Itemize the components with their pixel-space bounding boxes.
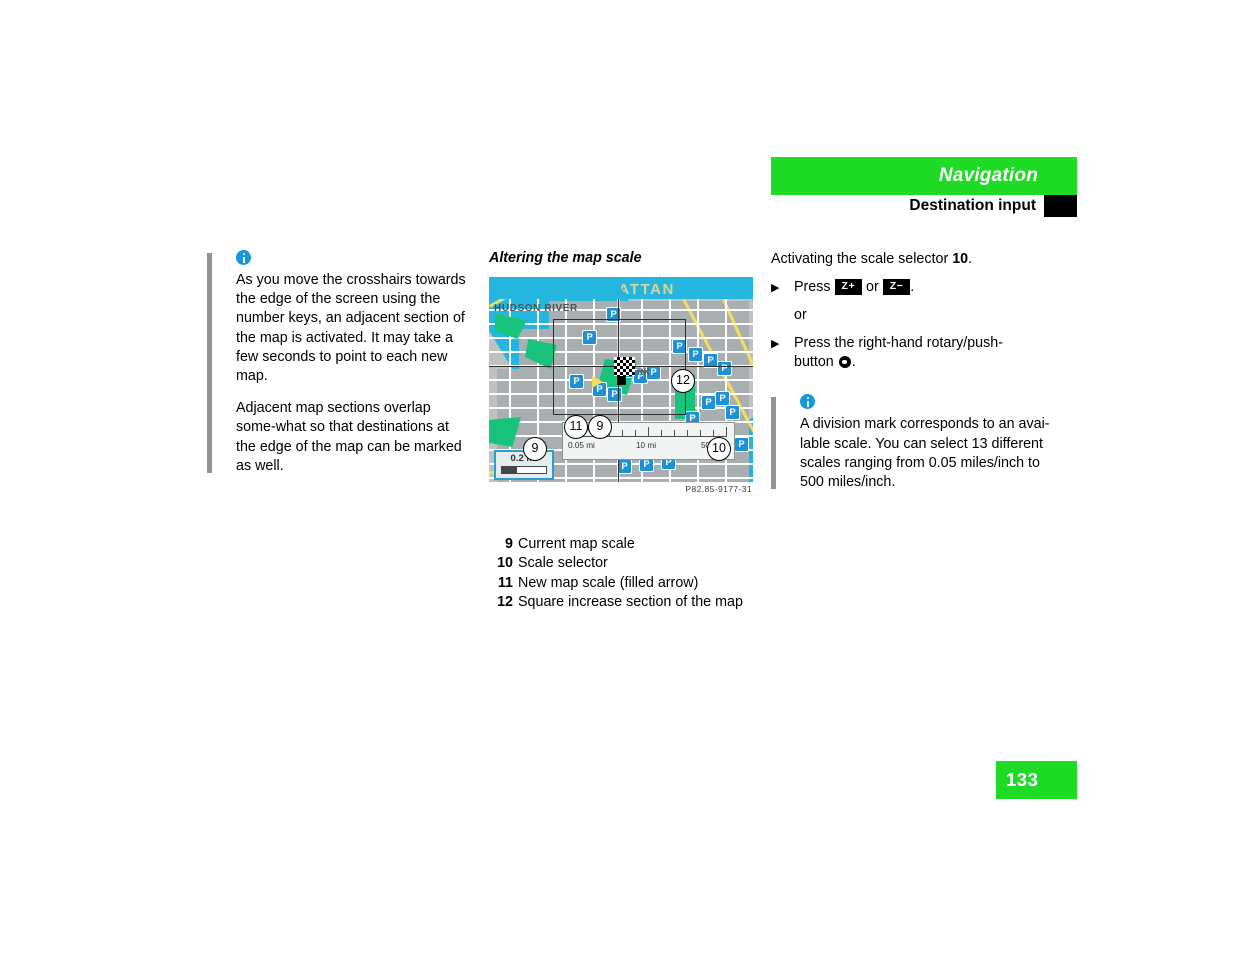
right-note-paragraph: A division mark corresponds to an avai-l… bbox=[800, 416, 1050, 491]
right-intro-prefix: Activating the scale selector bbox=[771, 251, 953, 267]
destination-flag-icon bbox=[614, 357, 635, 376]
callout-9-current-scale-box: 9 bbox=[523, 437, 547, 461]
step-bullet-icon: ▶ bbox=[771, 282, 780, 295]
callout-10-scale-selector: 10 bbox=[707, 437, 731, 461]
step2-line1: Press the right-hand rotary/push- bbox=[794, 334, 1003, 351]
callout-12-square-section: 12 bbox=[671, 369, 695, 393]
zoom-in-key-badge[interactable]: Z+ bbox=[834, 279, 863, 296]
header-subtitle-row: Destination input bbox=[771, 195, 1077, 219]
legend-item-label: New map scale (filled arrow) bbox=[518, 574, 699, 591]
figure-legend-list: 9 Current map scale 10 Scale selector 11… bbox=[489, 535, 759, 613]
note-left-rule bbox=[771, 397, 776, 490]
page-number-badge: 133 bbox=[996, 761, 1077, 799]
figure-reference-code: P82.85-9177-31 bbox=[685, 484, 752, 494]
step2-line2-suffix: . bbox=[851, 354, 856, 371]
callout-9-current-scale-marker: 9 bbox=[588, 415, 612, 439]
legend-item-label: Square increase section of the map bbox=[518, 594, 743, 611]
map-figure: MANHATTAN bbox=[489, 277, 753, 610]
left-note-paragraph-1: As you move the crosshairs towards the e… bbox=[236, 272, 466, 385]
scale-label-mid: 10 mi bbox=[636, 441, 657, 450]
section-heading: Altering the map scale bbox=[489, 250, 642, 266]
map-park-label: RK bbox=[637, 367, 650, 377]
step1-suffix: . bbox=[910, 279, 915, 296]
note-left-rule bbox=[207, 253, 212, 474]
legend-item-label: Current map scale bbox=[518, 536, 635, 552]
rotary-pushbutton-icon[interactable] bbox=[838, 356, 851, 369]
legend-item: 10 Scale selector bbox=[489, 554, 759, 573]
map-parking-pin: P bbox=[688, 347, 703, 362]
zoom-out-key-badge[interactable]: Z− bbox=[882, 279, 911, 296]
legend-item: 9 Current map scale bbox=[489, 535, 759, 554]
step-bullet-icon: ▶ bbox=[771, 337, 780, 350]
left-note-paragraph-2: Adjacent map sections overlap some-what … bbox=[236, 400, 462, 474]
current-map-scale-bar bbox=[501, 466, 547, 474]
step-press-rotary-pushbutton-body: Press the right-hand rotary/push-button … bbox=[794, 334, 1061, 373]
page-title: Navigation bbox=[938, 165, 1038, 186]
map-parking-pin: P bbox=[734, 437, 749, 452]
map-river-label: HUDSON RIVER bbox=[494, 303, 578, 314]
destination-marker-icon bbox=[617, 376, 626, 385]
page-header: Navigation Destination input bbox=[771, 157, 1077, 219]
legend-item: 12 Square increase section of the map bbox=[489, 593, 759, 612]
right-column: Activating the scale selector 10. ▶ Pres… bbox=[771, 250, 1061, 492]
step-press-zoom-keys: ▶ Press Z+ or Z−. bbox=[771, 278, 1061, 299]
legend-item: 11 New map scale (filled arrow) bbox=[489, 574, 759, 593]
step2-line2-prefix: button bbox=[794, 354, 838, 371]
scale-label-min: 0.05 mi bbox=[568, 441, 595, 450]
map-parking-pin: P bbox=[717, 361, 732, 376]
header-green-bar: Navigation bbox=[771, 157, 1077, 195]
left-column: As you move the crosshairs towards the e… bbox=[207, 250, 472, 476]
info-icon bbox=[236, 250, 251, 265]
legend-item-number: 12 bbox=[497, 594, 513, 611]
legend-item-number: 9 bbox=[505, 536, 513, 552]
right-intro-suffix: . bbox=[968, 251, 973, 267]
right-intro-text: Activating the scale selector 10. bbox=[771, 250, 1061, 269]
map-parking-pin: P bbox=[701, 395, 716, 410]
middle-column: Altering the map scale MANHATTAN bbox=[489, 250, 759, 610]
legend-item-number: 11 bbox=[497, 574, 513, 591]
info-icon bbox=[800, 394, 815, 410]
page-number: 133 bbox=[1006, 769, 1039, 790]
section-tab-marker bbox=[1044, 195, 1077, 217]
map-parking-pin: P bbox=[715, 391, 730, 406]
step-press-zoom-keys-body: Press Z+ or Z−. bbox=[794, 278, 1061, 299]
callout-11-new-map-scale: 11 bbox=[564, 415, 588, 439]
map-direction-arrow-icon bbox=[592, 376, 603, 388]
right-intro-reference: 10 bbox=[952, 251, 969, 267]
step1-prefix: Press bbox=[794, 279, 835, 296]
step1-middle: or bbox=[862, 279, 883, 296]
map-parking-pin: P bbox=[725, 405, 740, 420]
or-separator-label: or bbox=[794, 307, 807, 324]
step-press-rotary-pushbutton: ▶ Press the right-hand rotary/push-butto… bbox=[771, 334, 1061, 373]
page-subtitle: Destination input bbox=[909, 197, 1036, 214]
legend-item-number: 10 bbox=[497, 555, 513, 572]
right-info-note: A division mark corresponds to an avai-l… bbox=[771, 394, 1061, 492]
left-info-note: As you move the crosshairs towards the e… bbox=[207, 250, 472, 476]
legend-item-label: Scale selector bbox=[518, 555, 608, 572]
